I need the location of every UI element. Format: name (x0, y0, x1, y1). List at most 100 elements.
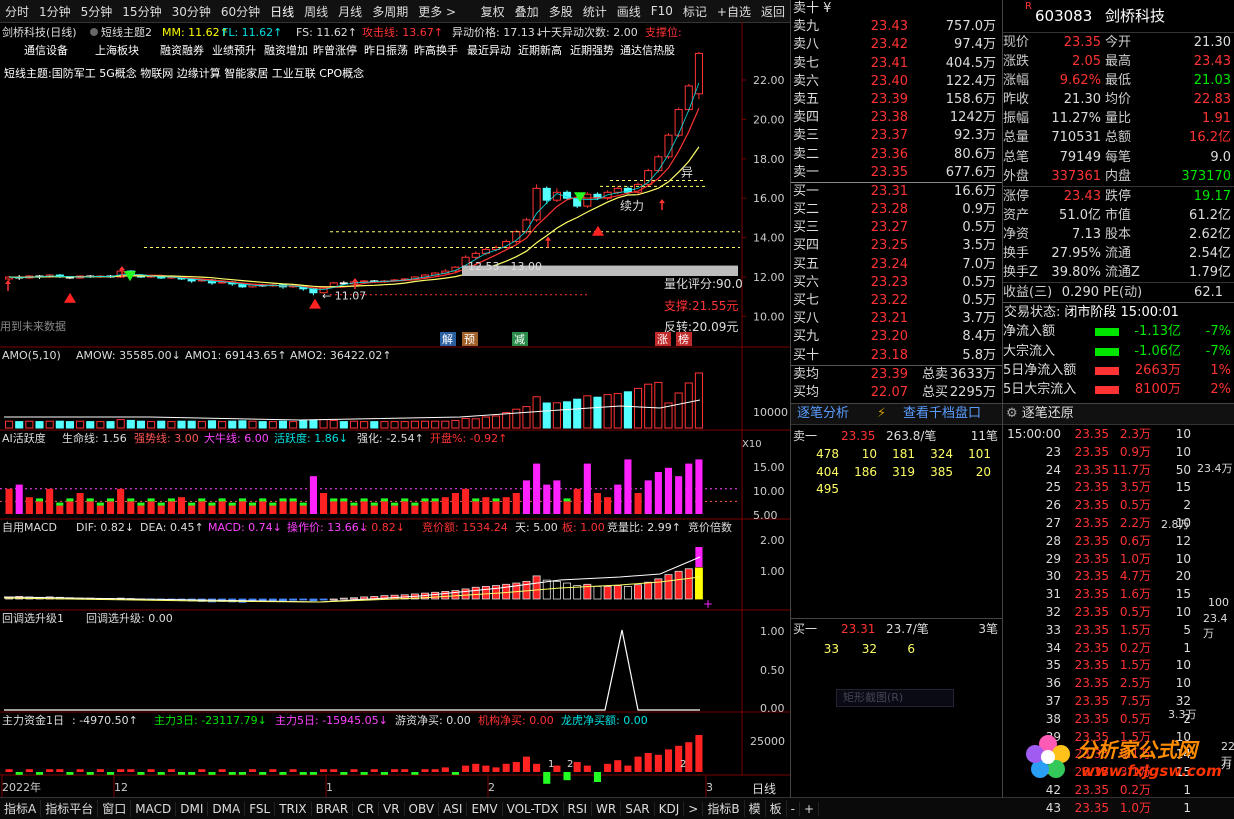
indicator-tab[interactable]: - (787, 801, 800, 816)
indicator-tab[interactable]: MACD (131, 801, 177, 816)
trade-row[interactable]: 28 23.35 0.6万 12 (1003, 532, 1234, 550)
period-tab[interactable]: 30分钟 (167, 3, 216, 20)
period-tab[interactable]: 更多 > (413, 3, 461, 20)
period-tab[interactable]: 15分钟 (117, 3, 166, 20)
toolbar-action[interactable]: 返回 (756, 3, 790, 20)
trade-row[interactable]: 31 23.35 1.6万 15 (1003, 585, 1234, 603)
indicator-tab[interactable]: FSL (245, 801, 276, 816)
period-tab[interactable]: 月线 (333, 3, 367, 20)
indicator-tab[interactable]: KDJ (655, 801, 685, 816)
indicator-tab[interactable]: RSI (564, 801, 593, 816)
indicator-tab[interactable]: 指标A (0, 800, 42, 817)
trade-row[interactable]: 38 23.35 0.5万 2 (1003, 710, 1234, 728)
ask-row[interactable]: 卖四 23.38 1242万 (791, 109, 1003, 127)
quote-key: 现价 (1003, 35, 1030, 50)
bid-row[interactable]: 买二 23.28 0.9万 (791, 201, 1003, 219)
ask-row[interactable]: 卖二 23.36 80.6万 (791, 146, 1003, 164)
indicator-header-text: 短线主题2 (101, 25, 152, 39)
trade-row[interactable]: 33 23.35 1.5万 5 (1003, 621, 1234, 639)
period-tab[interactable]: 5分钟 (76, 3, 118, 20)
indicator-tab[interactable]: 窗口 (98, 800, 132, 817)
indicator-tab[interactable]: SAR (621, 801, 655, 816)
amo-bar (502, 412, 511, 429)
indicator-tab[interactable]: CR (353, 801, 379, 816)
bid-row[interactable]: 买八 23.21 3.7万 (791, 310, 1003, 328)
period-tab[interactable]: 多周期 (367, 3, 413, 20)
quote-row: 涨幅 9.62% 最低 21.03 (1003, 71, 1234, 90)
indicator-tab[interactable]: VOL-TDX (503, 801, 564, 816)
bid-row[interactable]: 买四 23.25 3.5万 (791, 237, 1003, 255)
toolbar-action[interactable]: F10 (646, 4, 678, 18)
indicator-tab[interactable]: EMV (467, 801, 503, 816)
period-tab[interactable]: 60分钟 (216, 3, 265, 20)
ask-row[interactable]: 卖六 23.40 122.4万 (791, 73, 1003, 91)
trade-row[interactable]: 25 23.35 3.5万 15 (1003, 478, 1234, 496)
trade-row[interactable]: 26 23.35 0.5万 2 (1003, 496, 1234, 514)
bid-row[interactable]: 买一 23.31 16.6万 (791, 183, 1003, 201)
indicator-tab[interactable]: + (800, 801, 820, 816)
toolbar-action[interactable]: 统计 (578, 3, 612, 20)
fund-bar (167, 769, 175, 772)
fund-bar (289, 769, 297, 772)
trade-row[interactable]: 35 23.35 1.5万 10 (1003, 656, 1234, 674)
bid-row[interactable]: 买九 23.20 8.4万 (791, 328, 1003, 346)
amo-bar (228, 420, 237, 429)
bid-row[interactable]: 买五 23.24 7.0万 (791, 256, 1003, 274)
queue-cell: 319 (892, 464, 915, 479)
trade-row[interactable]: 29 23.35 1.0万 10 (1003, 550, 1234, 568)
trade-row[interactable]: 32 23.35 0.5万 10 (1003, 603, 1234, 621)
indicator-tab[interactable]: 板 (766, 800, 787, 817)
bid-row[interactable]: 买十 23.18 5.8万 (791, 347, 1003, 365)
trade-row[interactable]: 37 23.35 7.5万 32 (1003, 692, 1234, 710)
bid-label: 买一 (793, 183, 820, 199)
kline-chart-svg[interactable]: 剑桥科技(日线) 短线主题2 MM: 11.62↑FL: 11.62↑ FS: 11.… (0, 22, 790, 797)
buy-signal-triangle (309, 298, 321, 309)
bid-row[interactable]: 买三 23.27 0.5万 (791, 219, 1003, 237)
trade-row[interactable]: 30 23.35 4.7万 20 (1003, 567, 1234, 585)
indicator-tab[interactable]: TRIX (275, 801, 312, 816)
ask-row[interactable]: 卖三 23.37 92.3万 (791, 127, 1003, 145)
bid-row[interactable]: 买七 23.22 0.5万 (791, 292, 1003, 310)
trade-row[interactable]: 34 23.35 0.2万 1 (1003, 639, 1234, 657)
indicator-tab[interactable]: > (684, 801, 704, 816)
gear-icon[interactable]: ⚙ (1003, 406, 1018, 421)
trade-row[interactable]: 43 23.35 1.0万 1 (1003, 799, 1234, 817)
ai-bar-cap (431, 498, 439, 502)
ai-bar (259, 501, 267, 514)
ask-row[interactable]: 卖七 23.41 404.5万 (791, 55, 1003, 73)
toolbar-action[interactable]: 复权 (476, 3, 510, 20)
indicator-tab[interactable]: DMA (208, 801, 246, 816)
period-tab[interactable]: 周线 (299, 3, 333, 20)
trade-row[interactable]: 27 23.35 2.2万 10 (1003, 514, 1234, 532)
indicator-tab[interactable]: ASI (439, 801, 468, 816)
ask-row[interactable]: 卖九 23.43 757.0万 (791, 18, 1003, 36)
trade-row[interactable]: 23 23.35 0.9万 10 (1003, 443, 1234, 461)
ask-row[interactable]: 卖五 23.39 158.6万 (791, 91, 1003, 109)
chart-area[interactable]: 剑桥科技(日线) 短线主题2 MM: 11.62↑ FL: 11.62↑ FS: 11.… (0, 22, 790, 797)
indicator-tab[interactable]: WR (592, 801, 622, 816)
tab-tick-analysis[interactable]: 逐笔分析 (791, 404, 877, 424)
indicator-tab[interactable]: BRAR (312, 801, 354, 816)
trade-row[interactable]: 36 23.35 2.5万 10 (1003, 674, 1234, 692)
toolbar-action[interactable]: +自选 (712, 3, 756, 20)
toolbar-action[interactable]: 画线 (612, 3, 646, 20)
indicator-tab[interactable]: OBV (405, 801, 440, 816)
indicator-tab[interactable]: DMI (176, 801, 209, 816)
toolbar-action[interactable]: 叠加 (510, 3, 544, 20)
fund-flow-value: 2663万 (1134, 362, 1181, 378)
bid-row[interactable]: 买六 23.23 0.5万 (791, 274, 1003, 292)
trade-row[interactable]: 15:00:00 23.35 2.3万 10 (1003, 425, 1234, 443)
dropdown-icon[interactable] (90, 28, 98, 36)
tab-thousand-depth[interactable]: 查看千档盘口 (903, 404, 981, 424)
period-tab[interactable]: 1分钟 (34, 3, 76, 20)
period-tab[interactable]: 日线 (265, 3, 299, 20)
period-tab[interactable]: 分时 (0, 3, 34, 20)
indicator-tab[interactable]: 模 (745, 800, 766, 817)
ask-row[interactable]: 卖一 23.35 677.6万 (791, 164, 1003, 182)
indicator-tab[interactable]: 指标B (703, 800, 745, 817)
indicator-tab[interactable]: 指标平台 (41, 800, 99, 817)
toolbar-action[interactable]: 标记 (678, 3, 712, 20)
ask-row[interactable]: 卖八 23.42 97.4万 (791, 36, 1003, 54)
toolbar-action[interactable]: 多股 (544, 3, 578, 20)
indicator-tab[interactable]: VR (379, 801, 405, 816)
